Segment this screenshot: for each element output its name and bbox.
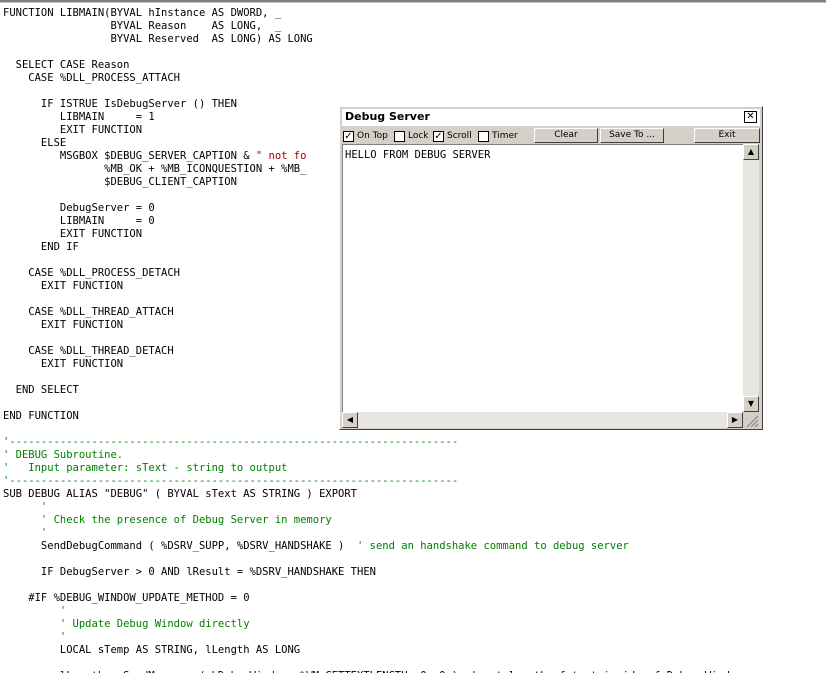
code-segment: MSGBOX $DEBUG_SERVER_CAPTION &: [3, 150, 256, 162]
code-line[interactable]: '---------------------------------------…: [3, 475, 458, 488]
timer-checkbox[interactable]: Timer: [478, 129, 518, 143]
code-line[interactable]: ' DEBUG Subroutine.: [3, 449, 123, 462]
scroll-right-icon[interactable]: ▶: [727, 412, 743, 428]
code-comment-segment: ' send an handshake command to debug ser…: [357, 540, 629, 552]
code-string-segment: " not fo: [255, 150, 307, 162]
timer-label: Timer: [492, 131, 518, 141]
on-top-check-box[interactable]: ✓: [343, 130, 354, 142]
lock-checkbox[interactable]: Lock: [394, 129, 429, 143]
code-line[interactable]: '---------------------------------------…: [3, 436, 458, 449]
scroll-left-icon[interactable]: ◀: [342, 412, 358, 428]
code-line[interactable]: EXIT FUNCTION: [3, 228, 142, 241]
code-line[interactable]: BYVAL Reserved AS LONG) AS LONG: [3, 33, 312, 46]
code-line[interactable]: CASE %DLL_THREAD_DETACH: [3, 345, 173, 358]
code-line[interactable]: EXIT FUNCTION: [3, 124, 142, 137]
debug-output-area[interactable]: HELLO FROM DEBUG SERVER: [342, 144, 743, 412]
code-line[interactable]: LIBMAIN = 1: [3, 111, 155, 124]
code-line[interactable]: ' Update Debug Window directly: [3, 618, 250, 631]
resize-grip-graphic: [746, 415, 759, 428]
debug-window-titlebar[interactable]: Debug Server ✕: [342, 109, 760, 126]
clear-button[interactable]: Clear: [534, 128, 598, 143]
code-line[interactable]: #IF %DEBUG_WINDOW_UPDATE_METHOD = 0: [3, 592, 249, 605]
code-line[interactable]: EXIT FUNCTION: [3, 358, 123, 371]
vertical-scrollbar[interactable]: ▲ ▼: [743, 144, 759, 412]
output-line: HELLO FROM DEBUG SERVER: [345, 149, 491, 161]
code-line[interactable]: EXIT FUNCTION: [3, 280, 123, 293]
code-line[interactable]: LIBMAIN = 0: [3, 215, 155, 228]
on-top-label: On Top: [357, 131, 388, 141]
code-line[interactable]: BYVAL Reason AS LONG, _: [3, 20, 281, 33]
code-segment: SendDebugCommand ( %DSRV_SUPP, %DSRV_HAN…: [3, 540, 358, 552]
scroll-down-icon[interactable]: ▼: [743, 396, 759, 412]
debug-window-title: Debug Server: [345, 110, 430, 123]
horizontal-scrollbar[interactable]: ◀ ▶: [342, 412, 743, 428]
code-line[interactable]: SendDebugCommand ( %DSRV_SUPP, %DSRV_HAN…: [3, 540, 629, 553]
lock-check-box[interactable]: [394, 130, 405, 142]
close-icon[interactable]: ✕: [744, 111, 757, 123]
editor-top-border: [0, 0, 826, 3]
debug-server-window[interactable]: Debug Server ✕ ✓ On Top Lock ✓ Scroll Ti…: [339, 106, 763, 430]
lock-label: Lock: [408, 131, 429, 141]
code-line[interactable]: ': [3, 631, 66, 644]
code-line[interactable]: FUNCTION LIBMAIN(BYVAL hInstance AS DWOR…: [3, 7, 281, 20]
code-line[interactable]: %MB_OK + %MB_ICONQUESTION + %MB_: [3, 163, 306, 176]
resize-grip-icon[interactable]: [743, 412, 759, 428]
code-line[interactable]: MSGBOX $DEBUG_SERVER_CAPTION & " not fo: [3, 150, 307, 163]
on-top-checkbox[interactable]: ✓ On Top: [343, 129, 388, 143]
scroll-label: Scroll: [447, 131, 472, 141]
code-line[interactable]: ' Input parameter: sText - string to out…: [3, 462, 287, 475]
code-line[interactable]: DebugServer = 0: [3, 202, 155, 215]
code-line[interactable]: END IF: [3, 241, 79, 254]
code-line[interactable]: EXIT FUNCTION: [3, 319, 123, 332]
code-line[interactable]: ': [3, 501, 47, 514]
code-line[interactable]: IF ISTRUE IsDebugServer () THEN: [3, 98, 237, 111]
code-line[interactable]: SUB DEBUG ALIAS "DEBUG" ( BYVAL sText AS…: [3, 488, 357, 501]
editor-gutter: [0, 3, 2, 673]
exit-button[interactable]: Exit: [694, 128, 760, 143]
code-line[interactable]: LOCAL sTemp AS STRING, lLength AS LONG: [3, 644, 300, 657]
code-line[interactable]: CASE %DLL_THREAD_ATTACH: [3, 306, 173, 319]
code-line[interactable]: END FUNCTION: [3, 410, 79, 423]
save-to-button[interactable]: Save To ...: [600, 128, 664, 143]
scroll-check-box[interactable]: ✓: [433, 130, 444, 142]
debug-toolbar: ✓ On Top Lock ✓ Scroll Timer Clear Save …: [342, 127, 760, 144]
code-line[interactable]: SELECT CASE Reason: [3, 59, 130, 72]
code-line[interactable]: IF DebugServer > 0 AND lResult = %DSRV_H…: [3, 566, 376, 579]
code-line[interactable]: ': [3, 605, 66, 618]
scroll-up-icon[interactable]: ▲: [743, 144, 759, 160]
code-line[interactable]: END SELECT: [3, 384, 79, 397]
scroll-checkbox[interactable]: ✓ Scroll: [433, 129, 472, 143]
code-line[interactable]: CASE %DLL_PROCESS_ATTACH: [3, 72, 180, 85]
code-line[interactable]: ' Check the presence of Debug Server in …: [3, 514, 332, 527]
code-line[interactable]: ELSE: [3, 137, 66, 150]
code-line[interactable]: ': [3, 527, 47, 540]
timer-check-box[interactable]: [478, 130, 489, 142]
code-line[interactable]: $DEBUG_CLIENT_CAPTION: [3, 176, 237, 189]
code-line[interactable]: CASE %DLL_PROCESS_DETACH: [3, 267, 180, 280]
